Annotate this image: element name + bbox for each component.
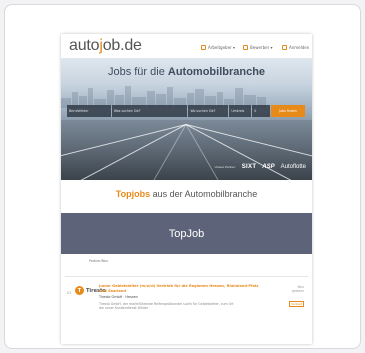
keyword-input[interactable]: Was suchen Sie? xyxy=(111,105,188,117)
site-header: autojob.de Arbeitgeber ▾ Bewerber ▾ Anme… xyxy=(61,34,312,58)
site-logo[interactable]: autojob.de xyxy=(69,37,142,55)
nav-applicant-label: Bewerber ▾ xyxy=(250,45,273,50)
job-meta: Neu gestern xyxy=(292,285,304,294)
brand-logo-asp[interactable]: ASP xyxy=(262,164,274,170)
partners-label: Unsere Partner: xyxy=(214,165,236,169)
nav-login-label: Anmelden xyxy=(289,45,310,50)
job-type-tag: Vollzeit xyxy=(289,301,304,307)
job-listing[interactable]: 01 T Tiresto Junior Gebietsleiter (m/w/d… xyxy=(61,279,312,344)
radius-value[interactable]: 0 xyxy=(252,105,271,117)
topjobs-rest: aus der Automobilbranche xyxy=(150,189,258,199)
brand-logo-autoflotte[interactable]: Autoflotte xyxy=(281,164,306,170)
job-listing-partial[interactable]: Partner/Neu xyxy=(89,259,289,264)
logo-suffix: ob.de xyxy=(102,37,142,54)
find-jobs-button[interactable]: Jobs finden xyxy=(271,105,305,117)
job-date: gestern xyxy=(291,289,304,294)
logo-prefix: auto xyxy=(69,37,100,54)
overlay-label-text: TopJob xyxy=(168,227,205,240)
login-icon xyxy=(282,45,287,50)
highway-image xyxy=(61,120,312,180)
nav-employer[interactable]: Arbeitgeber ▾ xyxy=(201,45,235,50)
company-name: Tiresto GmbH · Hessen xyxy=(99,295,138,299)
hero-title-prefix: Jobs für die xyxy=(107,66,168,78)
briefcase-icon xyxy=(201,45,206,50)
job-title-link[interactable]: Junior Gebietsleiter (m/w/d) Vertrieb fü… xyxy=(99,284,259,293)
nav-applicant[interactable]: Bewerber ▾ xyxy=(243,45,273,50)
radius-select[interactable]: Umkreis xyxy=(229,105,252,117)
tiresto-logo-icon: T xyxy=(75,286,84,295)
hero-title-bold: Automobilbranche xyxy=(167,66,266,78)
location-input[interactable]: Wo suchen Sie? xyxy=(188,105,229,117)
listing-partial-text: Partner/Neu xyxy=(89,259,109,263)
job-description: Tiresto GmbH, der marktführende Reifengr… xyxy=(99,302,234,311)
topjobs-heading: Topjobs aus der Automobilbranche xyxy=(61,189,312,199)
website-screenshot[interactable]: autojob.de Arbeitgeber ▾ Bewerber ▾ Anme… xyxy=(61,34,312,344)
hero-title: Jobs für die Automobilbranche xyxy=(61,66,312,78)
nav-employer-label: Arbeitgeber ▾ xyxy=(208,45,235,50)
job-search-bar: Berufsfelder Was suchen Sie? Wo suchen S… xyxy=(67,105,305,117)
hero-banner: Jobs für die Automobilbranche Berufsfeld… xyxy=(61,58,312,180)
listing-number: 01 xyxy=(67,291,72,295)
category-select[interactable]: Berufsfelder xyxy=(67,105,111,117)
user-icon xyxy=(243,45,248,50)
divider xyxy=(65,276,308,277)
brand-logo-sixt[interactable]: SIXT xyxy=(242,164,257,170)
nav-login[interactable]: Anmelden xyxy=(282,45,309,50)
topjob-overlay-label: TopJob xyxy=(61,213,312,254)
topjobs-accent: Topjobs xyxy=(115,189,151,199)
partner-brands: Unsere Partner: SIXT ASP Autoflotte xyxy=(215,164,306,170)
